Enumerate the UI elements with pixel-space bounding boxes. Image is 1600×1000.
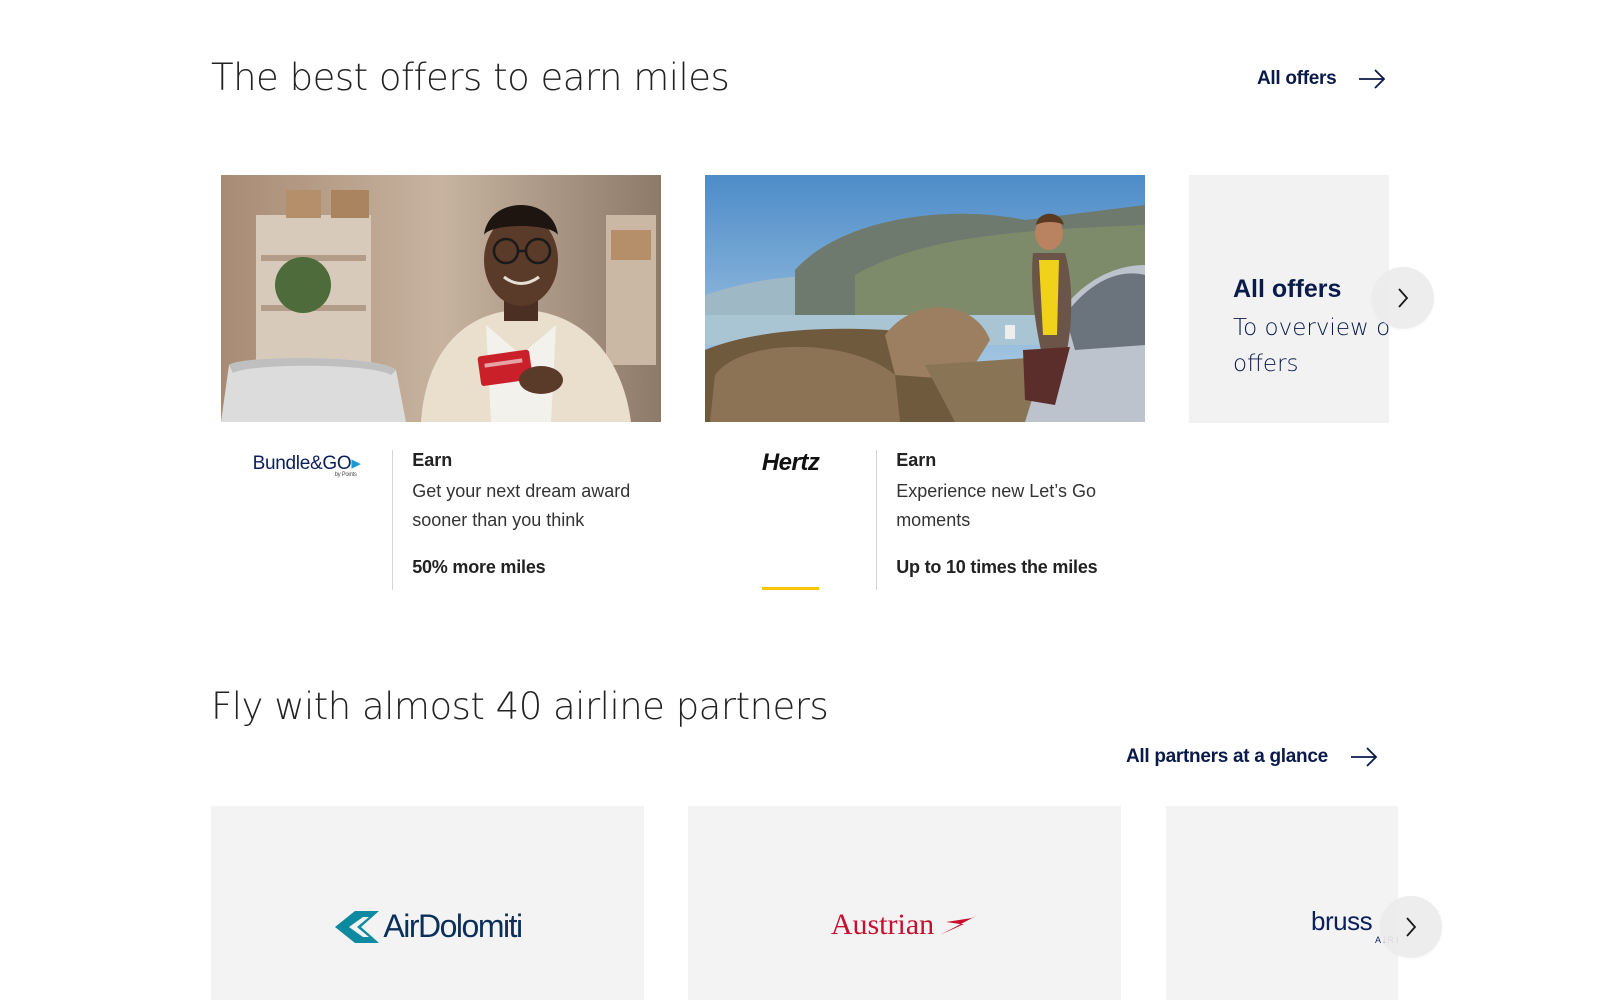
offers-section-title: The best offers to earn miles <box>211 56 730 99</box>
offers-carousel-next-button[interactable] <box>1372 267 1434 329</box>
airline-tile-brussels[interactable]: bruss AIRL <box>1166 806 1398 1000</box>
all-partners-link-label: All partners at a glance <box>1126 746 1328 767</box>
offer-card-bundle-go[interactable]: Bundle&GO▸ by Points Earn Get your next … <box>221 175 661 590</box>
all-partners-link[interactable]: All partners at a glance <box>1126 746 1378 768</box>
offer-description: Experience new Let’s Go moments <box>896 481 1096 530</box>
all-offers-tile[interactable]: All offers To overview of offers <box>1189 175 1389 423</box>
airline-name-air-dolomiti: AirDolomiti <box>383 908 523 944</box>
partner-logo-hertz: Hertz <box>705 450 876 590</box>
air-dolomiti-mark-icon <box>335 910 380 943</box>
all-offers-link[interactable]: All offers <box>1257 68 1386 90</box>
partner-logo-bundle-go: Bundle&GO▸ by Points <box>252 453 361 478</box>
partners-section-title: Fly with almost 40 airline partners <box>211 685 829 728</box>
chevron-right-icon <box>1398 288 1409 308</box>
austrian-arrow-mark-icon <box>940 916 977 935</box>
offer-benefit: 50% more miles <box>412 557 546 577</box>
all-offers-link-label: All offers <box>1257 68 1337 89</box>
airline-tile-austrian[interactable]: Austrian <box>688 806 1121 1000</box>
airline-tile-air-dolomiti[interactable]: AirDolomiti <box>211 806 644 1000</box>
all-offers-tile-subtitle: To overview of offers <box>1233 315 1389 377</box>
airline-logo-austrian: Austrian <box>688 908 1121 942</box>
offer-kicker: Earn <box>412 450 453 470</box>
partner-sub-bundle-go: by Points <box>334 472 357 478</box>
offer-kicker: Earn <box>896 450 937 470</box>
all-offers-tile-title: All offers <box>1233 275 1342 303</box>
chevron-right-icon <box>1406 917 1417 937</box>
offer-benefit: Up to 10 times the miles <box>896 557 1098 577</box>
airline-name-austrian: Austrian <box>830 908 935 941</box>
offer-image-man-at-lake <box>705 175 1145 422</box>
airline-logo-air-dolomiti: AirDolomiti <box>211 908 644 945</box>
arrow-right-icon <box>1350 747 1378 767</box>
partners-carousel-next-button[interactable] <box>1380 896 1442 958</box>
partner-name-bundle-go: Bundle&GO <box>252 453 352 474</box>
partner-name-hertz: Hertz <box>761 451 820 590</box>
offer-description: Get your next dream award sooner than yo… <box>412 481 631 530</box>
offer-image-man-with-card <box>221 175 661 422</box>
offer-card-hertz[interactable]: Hertz Earn Experience new Let’s Go momen… <box>705 175 1145 590</box>
arrow-right-icon <box>1359 69 1386 89</box>
